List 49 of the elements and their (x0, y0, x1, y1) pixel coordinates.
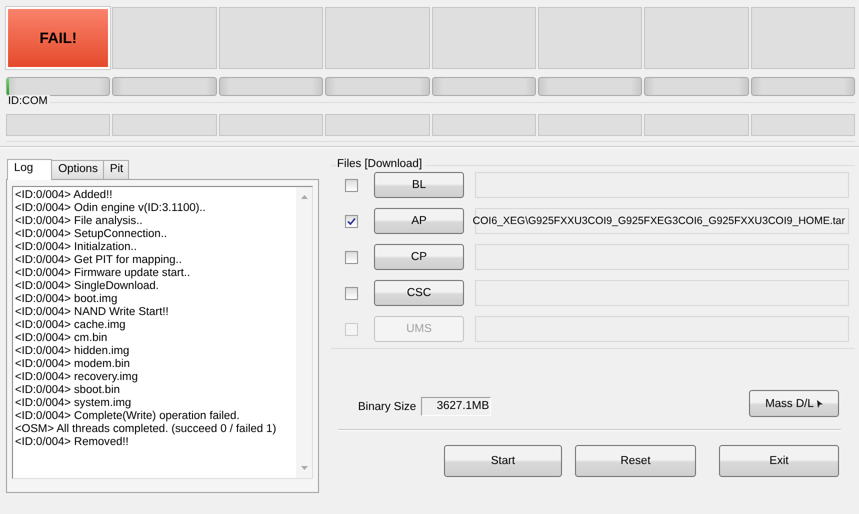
file-path-field[interactable] (475, 172, 849, 198)
log-line: <ID:0/004> Initialzation.. (15, 241, 138, 254)
file-button[interactable]: CSC (374, 280, 464, 306)
checkbox[interactable] (345, 250, 358, 264)
cursor-icon (816, 400, 823, 408)
log-line: <ID:0/004> SetupConnection.. (15, 228, 168, 241)
log-line: <ID:0/004> modem.bin (15, 358, 131, 371)
log-line: <ID:0/004> hidden.img (15, 345, 130, 358)
scroll-down-icon[interactable] (300, 466, 308, 470)
log-line: <ID:0/004> NAND Write Start!! (15, 306, 170, 319)
file-path-field[interactable] (475, 244, 849, 270)
file-button[interactable]: AP (374, 208, 464, 234)
log-line: <ID:0/004> boot.img (15, 293, 118, 306)
log-line: <ID:0/004> recovery.img (15, 371, 139, 384)
log-line: <ID:0/004> Complete(Write) operation failed. (15, 410, 241, 423)
tab[interactable]: Pit (102, 160, 130, 179)
scroll-up-icon[interactable] (300, 195, 308, 199)
log-line: <OSM> All threads completed. (succeed 0 / failed 1) (15, 423, 278, 436)
log-line: <ID:0/004> Odin engine v(ID:3.1100).. (15, 202, 207, 215)
log-line: <ID:0/004> Added!! (15, 189, 114, 202)
action-button[interactable]: Exit (719, 445, 839, 477)
action-button[interactable]: Reset (575, 445, 696, 477)
log-line: <ID:0/004> SingleDownload. (15, 280, 160, 293)
file-path-field[interactable] (475, 280, 849, 306)
log-line: <ID:0/004> cm.bin (15, 332, 108, 345)
file-button[interactable]: BL (374, 172, 464, 198)
scrollbar[interactable] (296, 187, 312, 478)
binary-size-label: Binary Size (358, 400, 416, 412)
checkbox[interactable] (345, 214, 358, 228)
file-path-field[interactable]: COI6_XEG\G925FXXU3COI9_G925FXEG3COI6_G925FXXU3COI9_HOME.tar (475, 208, 849, 234)
group-label: ID:COM (8, 95, 50, 107)
group-label: Files [Download] (337, 158, 426, 170)
status-box: FAIL! (6, 7, 110, 69)
log-line: <ID:0/004> Get PIT for mapping.. (15, 254, 183, 267)
log-line: <ID:0/004> Firmware update start.. (15, 267, 192, 280)
log-line: <ID:0/004> cache.img (15, 319, 127, 332)
checkbox[interactable] (345, 286, 358, 300)
checkbox[interactable] (345, 178, 358, 192)
action-button[interactable]: Start (444, 445, 562, 477)
log-line: <ID:0/004> system.img (15, 397, 132, 410)
log-line: <ID:0/004> Removed!! (15, 436, 130, 449)
mass-download-button[interactable]: Mass D/L (749, 390, 839, 417)
tab[interactable]: Options (51, 160, 104, 179)
log-line: <ID:0/004> File analysis.. (15, 215, 144, 228)
binary-size-field: 3627.1MB (421, 397, 492, 416)
file-path-field[interactable] (475, 316, 849, 342)
log-line: <ID:0/004> sboot.bin (15, 384, 121, 397)
file-button[interactable]: CP (374, 244, 464, 270)
tab[interactable]: Log (7, 159, 52, 180)
